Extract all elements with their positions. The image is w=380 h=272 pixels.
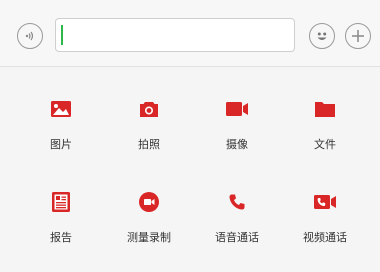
action-image[interactable]: 图片 bbox=[18, 96, 104, 166]
report-icon bbox=[48, 189, 74, 215]
image-icon bbox=[48, 96, 74, 122]
camera-icon bbox=[136, 96, 162, 122]
voice-button[interactable] bbox=[17, 23, 43, 49]
action-label: 拍照 bbox=[138, 138, 160, 151]
text-caret bbox=[61, 25, 63, 45]
input-toolbar bbox=[0, 0, 380, 67]
video-call-icon bbox=[312, 189, 338, 215]
emoji-button[interactable] bbox=[309, 23, 335, 49]
action-panel: 图片 拍照 摄像 文件 报告 测量录制 语音通话 视频通话 bbox=[0, 67, 380, 272]
action-label: 语音通话 bbox=[215, 231, 259, 244]
plus-icon bbox=[352, 30, 364, 42]
action-video[interactable]: 摄像 bbox=[194, 96, 280, 166]
action-voice-call[interactable]: 语音通话 bbox=[194, 189, 280, 259]
action-label: 报告 bbox=[50, 231, 72, 244]
action-label: 图片 bbox=[50, 138, 72, 151]
action-video-call[interactable]: 视频通话 bbox=[282, 189, 368, 259]
record-icon bbox=[136, 189, 162, 215]
emoji-icon bbox=[317, 32, 327, 40]
folder-icon bbox=[312, 96, 338, 122]
voice-icon bbox=[25, 31, 34, 41]
video-camera-icon bbox=[224, 96, 250, 122]
action-label: 文件 bbox=[314, 138, 336, 151]
action-label: 测量录制 bbox=[127, 231, 171, 244]
action-report[interactable]: 报告 bbox=[18, 189, 104, 259]
phone-icon bbox=[224, 189, 250, 215]
more-button[interactable] bbox=[345, 23, 371, 49]
message-input[interactable] bbox=[55, 18, 295, 52]
action-label: 视频通话 bbox=[303, 231, 347, 244]
action-camera[interactable]: 拍照 bbox=[106, 96, 192, 166]
action-label: 摄像 bbox=[226, 138, 248, 151]
action-file[interactable]: 文件 bbox=[282, 96, 368, 166]
action-record[interactable]: 测量录制 bbox=[106, 189, 192, 259]
